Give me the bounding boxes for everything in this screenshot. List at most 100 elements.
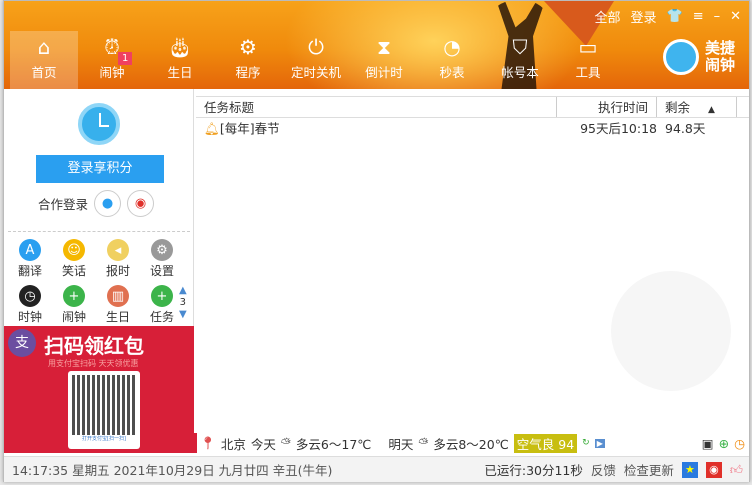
like-icon[interactable]: 👍︎ [730, 462, 743, 478]
login-link[interactable]: 登录 [630, 7, 656, 26]
tool-item[interactable]: ☺ 笑话 [52, 239, 96, 279]
tool-icon: ◷ [19, 285, 41, 307]
nav-hourglass[interactable]: ⧗ 倒计时 [350, 31, 418, 89]
tool-label: 笑话 [61, 264, 86, 278]
tool-label: 任务 [149, 310, 174, 324]
tool-icon: A [19, 239, 41, 261]
menu-icon[interactable]: ≡ [693, 9, 704, 24]
nav-label: 定时关机 [290, 65, 341, 80]
tool-icon: ⚙ [151, 239, 173, 261]
history-icon[interactable]: ◷ [734, 436, 749, 451]
nav-monitor[interactable]: ▭ 工具 [554, 31, 622, 89]
nav-label: 程序 [235, 65, 261, 80]
app-window: 全部 登录 👕 ≡ – ✕ ⌂ 首页 ⏰︎ 闹钟 1 🎂︎ 生日 ⚙ 程序 ⏻ 定时关机 ⧗ 倒计时 ◔ 秒… [3, 0, 750, 482]
weather-bar[interactable]: 📍︎ 北京 今天 ⛅︎ 多云6～17℃ 明天 ⛅︎ 多云8～20℃ 空气良 94… [196, 433, 749, 453]
tool-icon: + [63, 285, 85, 307]
tool-label: 翻译 [17, 264, 42, 278]
left-panel: 登录享积分 合作登录 ● ◉ A 翻译 ☺ 笑话 ◂ 报时 ⚙ 设置 ◷ 时钟 + 闹钟 ▥ 生日 + 任务 … [4, 89, 194, 453]
tool-label: 生日 [105, 310, 130, 324]
air-quality-badge: 空气良 94 [513, 433, 578, 453]
clock-logo-icon [663, 39, 699, 75]
nav-label: 秒表 [439, 65, 465, 80]
tool-item[interactable]: ⚙ 设置 [140, 239, 184, 279]
monitor-icon: ▭ [578, 35, 598, 59]
copy-icon[interactable]: ▣ [702, 436, 714, 451]
main-nav: ⌂ 首页 ⏰︎ 闹钟 1 🎂︎ 生日 ⚙ 程序 ⏻ 定时关机 ⧗ 倒计时 ◔ 秒表 ⛉ 帐号本 ▭ 工具 [10, 31, 622, 89]
today-label: 今天 [250, 436, 276, 452]
brand-logo: 美捷闹钟 [663, 39, 737, 75]
nav-cake[interactable]: 🎂︎ 生日 [146, 31, 214, 89]
ad-title: 扫码领红包 [44, 334, 144, 358]
qr-code: 打开支付宝[扫一扫] [68, 371, 140, 449]
ad-banner[interactable]: 支 扫码领红包 用支付宝扫码 天天领优惠 打开支付宝[扫一扫] [4, 326, 194, 453]
skin-icon[interactable]: 👕 [667, 9, 683, 24]
gear-icon: ⚙ [239, 35, 257, 59]
tool-icon: + [151, 285, 173, 307]
column-remaining[interactable]: 剩余 ▲ [657, 97, 737, 117]
nav-label: 帐号本 [501, 65, 539, 80]
tool-icon: ▥ [107, 285, 129, 307]
minimize-icon[interactable]: – [714, 9, 721, 24]
column-time[interactable]: 执行时间 [557, 97, 657, 117]
brand-text: 美捷闹钟 [705, 39, 736, 74]
tool-label: 闹钟 [61, 310, 86, 324]
refresh-icon[interactable]: ↻ [582, 438, 590, 448]
weibo-login-icon[interactable]: ◉ [127, 190, 155, 217]
nav-label: 生日 [167, 65, 193, 80]
page-up-icon[interactable]: ▲ [179, 285, 187, 297]
alipay-logo: 支 [8, 329, 36, 357]
tool-label: 时钟 [17, 310, 42, 324]
table-row[interactable]: 🔔︎[每年]春节 95天后10:18 94.8天 [196, 118, 749, 140]
hourglass-icon: ⧗ [376, 35, 392, 59]
next-icon[interactable]: ▶ [594, 438, 605, 448]
nav-alarm[interactable]: ⏰︎ 闹钟 1 [78, 31, 146, 89]
nav-stopwatch[interactable]: ◔ 秒表 [418, 31, 486, 89]
alarm-clock-icon [78, 103, 120, 145]
tomorrow-label: 明天 [388, 436, 414, 452]
tool-icon: ◂ [107, 239, 129, 261]
bird-watermark [611, 271, 731, 391]
tools-grid: A 翻译 ☺ 笑话 ◂ 报时 ⚙ 设置 ◷ 时钟 + 闹钟 ▥ 生日 + 任务 [8, 239, 184, 325]
location-icon: 📍︎ [200, 435, 216, 450]
power-icon: ⏻ [308, 35, 324, 59]
qr-caption: 打开支付宝[扫一扫] [82, 436, 126, 442]
all-link[interactable]: 全部 [594, 7, 620, 26]
qzone-icon[interactable]: ★ [681, 461, 698, 478]
tool-item[interactable]: + 闹钟 [52, 285, 96, 325]
nav-shield[interactable]: ⛉ 帐号本 [486, 31, 554, 89]
runtime: 已运行:30分11秒 [484, 463, 583, 478]
column-title[interactable]: 任务标题 [196, 97, 557, 117]
add-icon[interactable]: ⊕ [719, 436, 729, 451]
header: 全部 登录 👕 ≡ – ✕ ⌂ 首页 ⏰︎ 闹钟 1 🎂︎ 生日 ⚙ 程序 ⏻ 定时关机 ⧗ 倒计时 ◔ 秒… [4, 1, 749, 89]
login-button[interactable]: 登录享积分 [36, 155, 164, 183]
check-update-link[interactable]: 检查更新 [624, 460, 674, 479]
feedback-link[interactable]: 反馈 [591, 460, 616, 479]
tool-label: 报时 [105, 264, 130, 278]
task-title: [每年]春节 [219, 121, 280, 136]
nav-gear[interactable]: ⚙ 程序 [214, 31, 282, 89]
tool-item[interactable]: + 任务 [140, 285, 184, 325]
nav-power[interactable]: ⏻ 定时关机 [282, 31, 350, 89]
stopwatch-icon: ◔ [443, 35, 461, 59]
nav-home[interactable]: ⌂ 首页 [10, 31, 78, 89]
page-down-icon[interactable]: ▼ [179, 309, 187, 321]
task-time: 95天后10:18 [580, 121, 657, 136]
tool-item[interactable]: A 翻译 [8, 239, 52, 279]
weather-city[interactable]: 北京 [221, 434, 246, 453]
tool-label: 设置 [149, 264, 174, 278]
tool-icon: ☺ [63, 239, 85, 261]
qq-login-icon[interactable]: ● [94, 190, 122, 217]
tools-pager: ▲ 3 ▼ [179, 285, 187, 321]
task-remaining: 94.8天 [665, 121, 706, 136]
alarm-count-badge: 1 [118, 52, 133, 65]
task-list: 任务标题 执行时间 剩余 ▲ 🔔︎[每年]春节 95天后10:18 94.8天 [196, 96, 749, 140]
tool-item[interactable]: ◷ 时钟 [8, 285, 52, 325]
weibo-icon[interactable]: ◉ [705, 461, 722, 478]
tool-item[interactable]: ▥ 生日 [96, 285, 140, 325]
home-icon: ⌂ [37, 35, 51, 59]
tool-item[interactable]: ◂ 报时 [96, 239, 140, 279]
page-number: 3 [179, 297, 187, 308]
close-icon[interactable]: ✕ [730, 9, 741, 24]
coop-login-label: 合作登录 [38, 197, 89, 212]
nav-label: 工具 [575, 65, 601, 80]
